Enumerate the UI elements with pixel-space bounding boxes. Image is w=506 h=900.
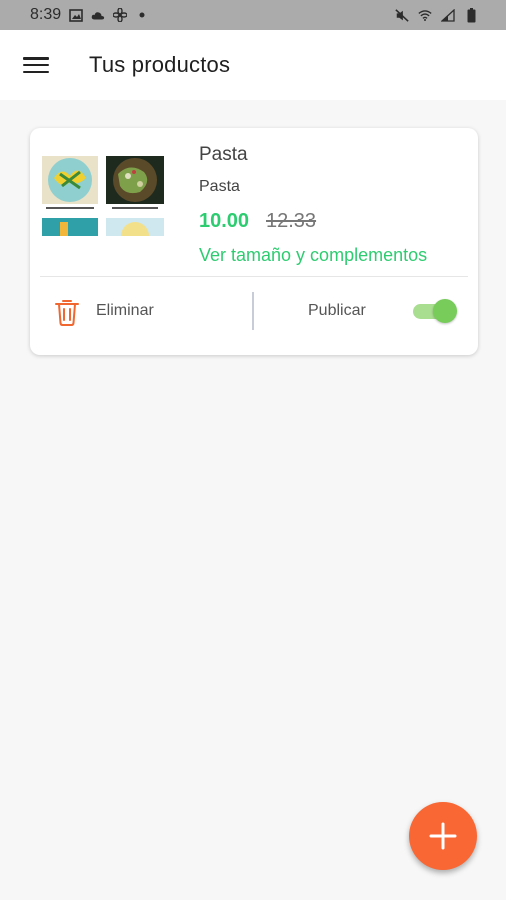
product-card[interactable]: Pasta Pasta 10.00 12.33 Ver tamaño y com… [30,128,478,355]
product-price: 10.00 [199,210,250,232]
product-name: Pasta [199,144,248,165]
battery-icon [464,7,478,22]
publish-toggle[interactable] [411,299,457,323]
publish-label: Publicar [308,302,366,319]
status-bar: 8:39 [0,0,506,30]
image-icon [69,8,83,22]
dot-icon [135,8,149,22]
product-subtitle: Pasta [199,178,240,195]
vertical-divider [252,292,254,330]
card-divider [40,276,468,277]
details-link[interactable]: Ver tamaño y complementos [199,245,427,266]
fan-icon [113,8,128,22]
signal-icon [441,8,455,22]
plus-icon [429,822,457,850]
cloud-icon [91,8,105,22]
status-time: 8:39 [30,6,62,23]
add-product-button[interactable] [409,802,477,870]
product-old-price: 12.33 [266,210,317,232]
trash-icon[interactable] [54,298,80,326]
menu-icon[interactable] [23,55,49,75]
wifi-icon [418,8,432,22]
delete-button-label[interactable]: Eliminar [96,302,154,320]
mute-icon [395,8,409,22]
toggle-knob [433,299,457,323]
product-image [40,148,166,236]
page-title: Tus productos [89,52,231,77]
app-bar: Tus productos [0,30,506,100]
